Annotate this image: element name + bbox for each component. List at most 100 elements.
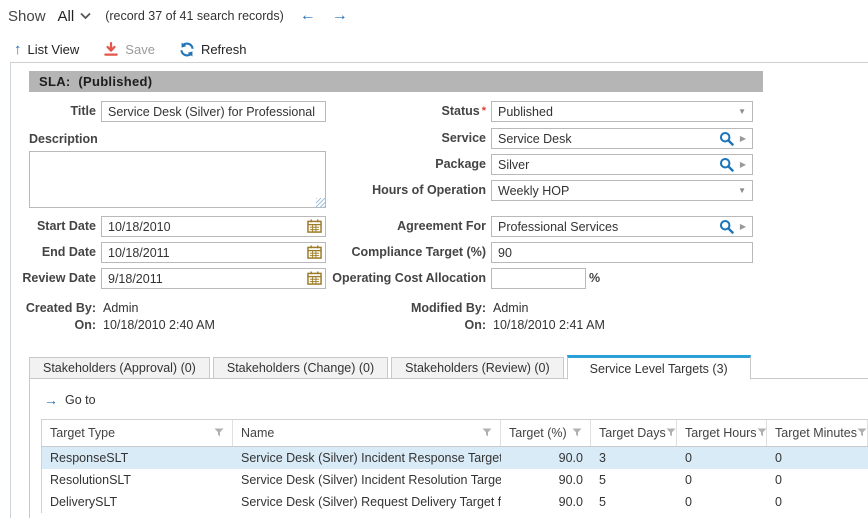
service-picker[interactable]: Service Desk ▶	[491, 128, 753, 149]
search-icon[interactable]	[719, 131, 734, 146]
filter-funnel-icon[interactable]	[214, 426, 224, 440]
start-date-label: Start Date	[11, 216, 96, 237]
review-date-input[interactable]	[101, 268, 326, 289]
show-filter-dropdown[interactable]: All	[58, 8, 92, 25]
table-header-row: Target Type Name Target (%) Target Days	[42, 420, 868, 447]
description-textarea[interactable]	[29, 151, 326, 208]
service-value: Service Desk	[498, 132, 719, 146]
column-header-name[interactable]: Name	[233, 420, 501, 446]
cell-target-minutes[interactable]: 0	[767, 447, 868, 469]
previous-record-icon[interactable]: ←	[300, 8, 316, 24]
tab-stakeholders-change[interactable]: Stakeholders (Change) (0)	[213, 357, 388, 379]
created-by-value: Admin	[103, 300, 138, 316]
column-header-target-type[interactable]: Target Type	[42, 420, 233, 446]
filter-funnel-icon[interactable]	[482, 426, 492, 440]
hours-of-operation-dropdown[interactable]: Weekly HOP ▼	[491, 180, 753, 201]
title-input[interactable]	[101, 101, 326, 122]
record-count-text: (record 37 of 41 search records)	[105, 9, 284, 23]
table-row[interactable]: DeliverySLT Service Desk (Silver) Reques…	[42, 491, 868, 513]
cell-target-type[interactable]: ResponseSLT	[42, 447, 233, 469]
end-date-input[interactable]	[101, 242, 326, 263]
refresh-icon	[179, 42, 195, 57]
status-label: Status*	[301, 101, 486, 122]
save-button[interactable]: Save	[103, 42, 155, 57]
modified-by-value: Admin	[493, 300, 528, 316]
list-view-button[interactable]: ↑ List View	[14, 41, 79, 58]
next-record-icon[interactable]: →	[332, 8, 348, 24]
refresh-label: Refresh	[201, 42, 247, 57]
start-date-input[interactable]	[101, 216, 326, 237]
save-label: Save	[125, 42, 155, 57]
agreement-for-value: Professional Services	[498, 220, 719, 234]
table-row[interactable]: ResponseSLT Service Desk (Silver) Incide…	[42, 447, 868, 469]
cell-target-hours[interactable]: 0	[677, 447, 767, 469]
filter-funnel-icon[interactable]	[666, 426, 676, 440]
required-asterisk: *	[482, 105, 486, 117]
column-header-target-days[interactable]: Target Days	[591, 420, 677, 446]
tab-stakeholders-approval[interactable]: Stakeholders (Approval) (0)	[29, 357, 210, 379]
up-arrow-icon: ↑	[14, 41, 22, 58]
search-icon[interactable]	[719, 157, 734, 172]
picker-caret-icon[interactable]: ▶	[740, 134, 746, 143]
title-label: Title	[11, 101, 96, 122]
service-level-targets-panel: → Go to Target Type Name Target (%)	[29, 378, 868, 518]
goto-button[interactable]: → Go to	[30, 379, 868, 411]
cell-target-pct[interactable]: 90.0	[501, 491, 591, 513]
picker-caret-icon[interactable]: ▶	[740, 160, 746, 169]
filter-funnel-icon[interactable]	[572, 426, 582, 440]
column-header-target-minutes[interactable]: Target Minutes	[767, 420, 868, 446]
description-label: Description	[11, 129, 104, 150]
status-dropdown[interactable]: Published ▼	[491, 101, 753, 122]
agreement-for-label: Agreement For	[301, 216, 486, 237]
hours-of-operation-value: Weekly HOP	[498, 184, 734, 198]
table-row[interactable]: ResolutionSLT Service Desk (Silver) Inci…	[42, 469, 868, 491]
record-navigation-bar: Show All (record 37 of 41 search records…	[8, 5, 348, 27]
hours-of-operation-label: Hours of Operation	[301, 180, 486, 201]
cell-target-hours[interactable]: 0	[677, 469, 767, 491]
column-header-target-pct[interactable]: Target (%)	[501, 420, 591, 446]
toolbar: ↑ List View Save Refresh	[14, 39, 246, 59]
cell-name[interactable]: Service Desk (Silver) Request Delivery T…	[233, 491, 501, 513]
cell-target-days[interactable]: 3	[591, 447, 677, 469]
sla-form-panel: SLA: (Published) Title Status* Published…	[10, 62, 868, 518]
cell-target-type[interactable]: DeliverySLT	[42, 491, 233, 513]
cell-target-pct[interactable]: 90.0	[501, 469, 591, 491]
cell-target-type[interactable]: ResolutionSLT	[42, 469, 233, 491]
dropdown-caret-icon[interactable]: ▼	[738, 186, 746, 195]
list-view-label: List View	[28, 42, 80, 57]
column-header-target-hours[interactable]: Target Hours	[677, 420, 767, 446]
created-on-label: On:	[11, 317, 96, 333]
refresh-button[interactable]: Refresh	[179, 42, 247, 57]
cell-target-minutes[interactable]: 0	[767, 469, 868, 491]
tab-service-level-targets[interactable]: Service Level Targets (3)	[567, 355, 751, 380]
filter-funnel-icon[interactable]	[757, 426, 767, 440]
goto-label: Go to	[65, 393, 96, 407]
compliance-target-input[interactable]	[491, 242, 753, 263]
review-date-label: Review Date	[11, 268, 96, 289]
status-value: Published	[498, 105, 734, 119]
cell-target-days[interactable]: 5	[591, 491, 677, 513]
panel-title: SLA: (Published)	[29, 71, 763, 92]
tab-stakeholders-review[interactable]: Stakeholders (Review) (0)	[391, 357, 564, 379]
operating-cost-label: Operating Cost Allocation	[301, 268, 486, 289]
dropdown-caret-icon[interactable]: ▼	[738, 107, 746, 116]
search-icon[interactable]	[719, 219, 734, 234]
created-by-label: Created By:	[11, 300, 96, 316]
filter-funnel-icon[interactable]	[857, 426, 867, 440]
compliance-target-label: Compliance Target (%)	[301, 242, 486, 263]
service-label: Service	[301, 128, 486, 149]
operating-cost-input[interactable]	[491, 268, 586, 289]
agreement-for-picker[interactable]: Professional Services ▶	[491, 216, 753, 237]
cell-name[interactable]: Service Desk (Silver) Incident Resolutio…	[233, 469, 501, 491]
percent-suffix: %	[589, 268, 600, 289]
cell-target-hours[interactable]: 0	[677, 491, 767, 513]
package-value: Silver	[498, 158, 719, 172]
end-date-label: End Date	[11, 242, 96, 263]
cell-target-pct[interactable]: 90.0	[501, 447, 591, 469]
package-picker[interactable]: Silver ▶	[491, 154, 753, 175]
cell-name[interactable]: Service Desk (Silver) Incident Response …	[233, 447, 501, 469]
description-field-wrap	[29, 151, 326, 208]
picker-caret-icon[interactable]: ▶	[740, 222, 746, 231]
cell-target-minutes[interactable]: 0	[767, 491, 868, 513]
cell-target-days[interactable]: 5	[591, 469, 677, 491]
